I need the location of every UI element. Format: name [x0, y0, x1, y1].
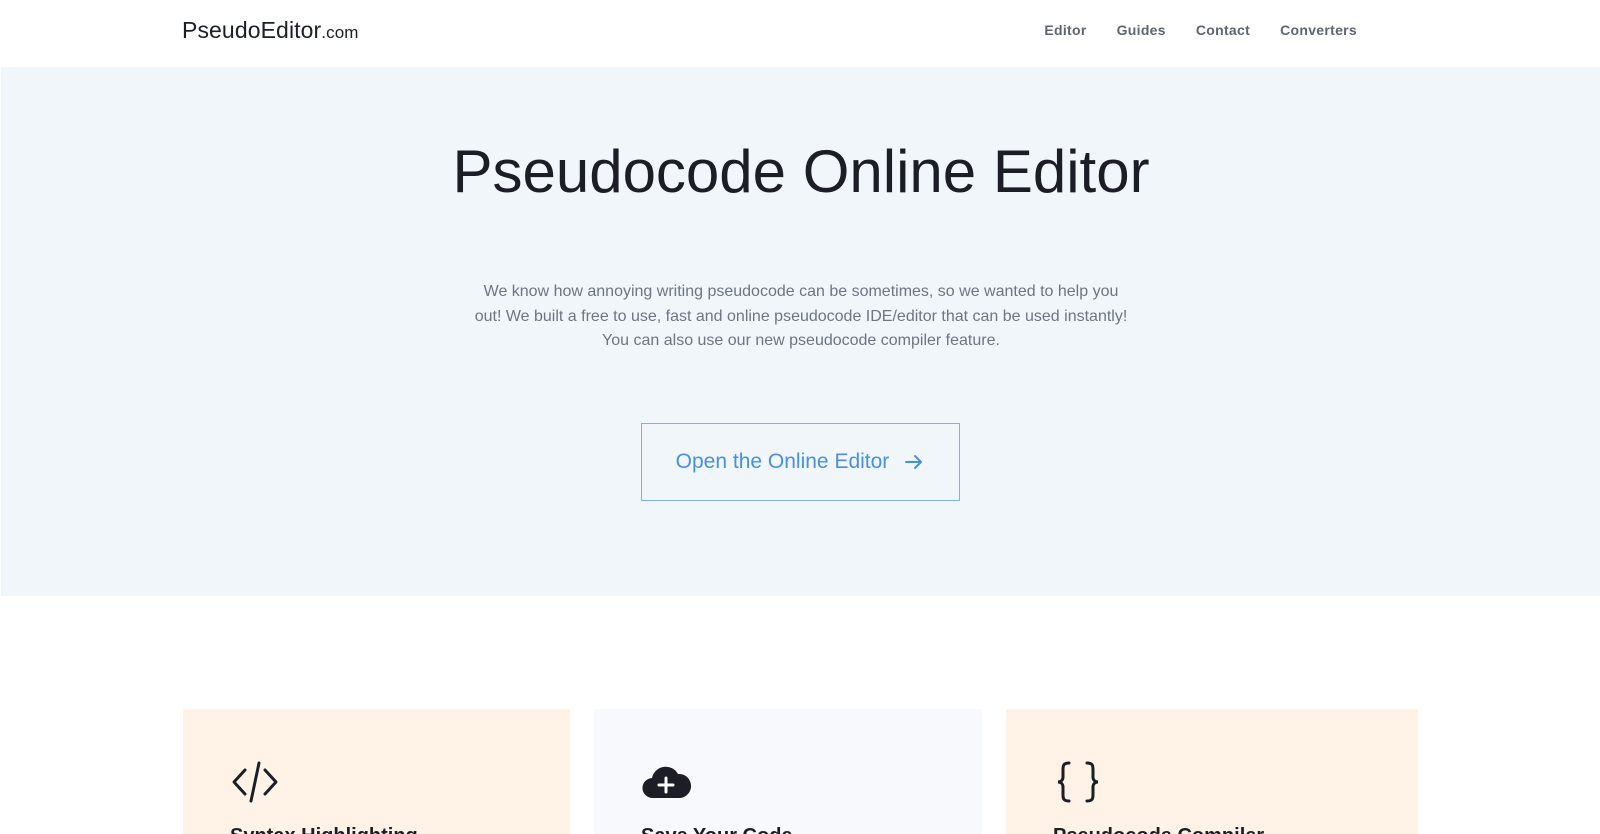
feature-card-compiler: Pseudocode Compiler [1006, 709, 1418, 834]
feature-title: Syntax Highlighting [230, 825, 418, 834]
logo-tld: .com [321, 23, 359, 42]
feature-card-syntax: Syntax Highlighting [183, 709, 570, 834]
logo-main: PseudoEditor [182, 17, 322, 43]
nav-link-guides[interactable]: Guides [1102, 22, 1181, 38]
feature-title: Pseudocode Compiler [1053, 825, 1264, 834]
nav-link-contact[interactable]: Contact [1181, 22, 1265, 38]
site-logo[interactable]: PseudoEditor.com [182, 17, 359, 44]
nav-link-converters[interactable]: Converters [1265, 22, 1372, 38]
nav-link-editor[interactable]: Editor [1029, 22, 1101, 38]
main-nav: Editor Guides Contact Converters [1029, 22, 1372, 38]
features-section: Syntax Highlighting Save Your Code Pseud… [0, 709, 1600, 834]
open-editor-label: Open the Online Editor [675, 450, 890, 473]
open-editor-button[interactable]: Open the Online Editor [641, 423, 960, 501]
hero-title: Pseudocode Online Editor [452, 138, 1150, 205]
feature-card-save: Save Your Code [594, 709, 982, 834]
curly-braces-icon [1053, 759, 1103, 805]
arrow-right-icon [903, 451, 925, 473]
cloud-plus-icon [641, 759, 691, 805]
feature-title: Save Your Code [641, 825, 793, 834]
hero-description: We know how annoying writing pseudocode … [474, 283, 1128, 349]
site-header: PseudoEditor.com Editor Guides Contact C… [0, 0, 1600, 67]
hero-section: Pseudocode Online Editor We know how ann… [1, 67, 1600, 596]
code-tag-icon [230, 759, 280, 805]
